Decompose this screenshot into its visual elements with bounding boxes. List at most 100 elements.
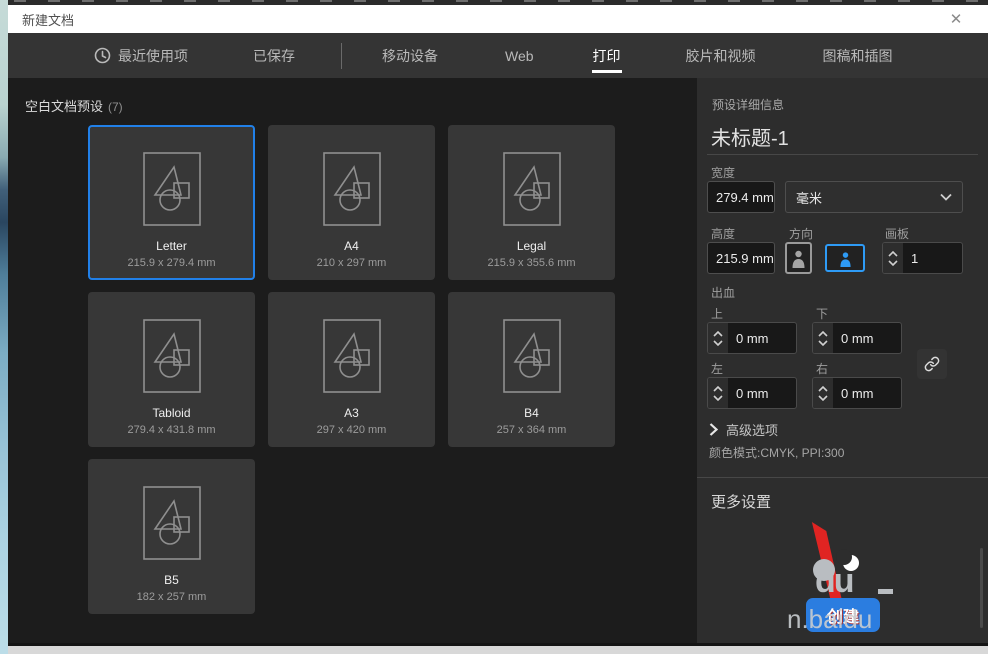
bleed-right-stepper: 0 mm [812,377,902,409]
tab-label: Web [505,48,534,64]
presets-heading: 空白文档预设 (7) [25,96,123,115]
blank-document-icon [143,486,201,560]
preset-name: B5 [164,573,179,587]
stepper-arrows[interactable] [883,243,903,273]
dialog-content: 空白文档预设 (7) Letter 215.9 x 279.4 mm [8,78,988,643]
preset-dimensions: 182 x 257 mm [137,591,207,603]
bleed-left-label: 左 [711,360,723,377]
orientation-portrait-button[interactable] [785,242,812,274]
stepper-arrows[interactable] [813,378,833,408]
blank-document-icon [323,152,381,226]
chevron-down-icon [713,395,723,401]
bleed-bottom-value[interactable]: 0 mm [833,323,901,353]
tab-recent[interactable]: 最近使用项 [94,33,188,78]
orientation-landscape-button[interactable] [825,244,865,272]
category-tabbar: 最近使用项 已保存 移动设备 Web 打印 胶片和视频 图稿和插图 [8,33,988,78]
preset-card-b4[interactable]: B4 257 x 364 mm [448,292,615,447]
chevron-up-icon [888,251,898,257]
preset-name: B4 [524,406,539,420]
tab-label: 图稿和插图 [823,46,893,66]
close-icon[interactable]: ✕ [942,5,970,33]
chevron-right-icon [709,423,718,436]
stepper-arrows[interactable] [708,323,728,353]
height-input[interactable]: 215.9 mm [707,242,775,274]
tab-print[interactable]: 打印 [593,33,621,78]
watermark-url-text: n.baidu [787,604,872,635]
preset-name: Tabloid [152,406,190,420]
bleed-top-stepper: 0 mm [707,322,797,354]
tab-film-video[interactable]: 胶片和视频 [686,33,756,78]
bleed-bottom-stepper: 0 mm [812,322,902,354]
more-settings-button[interactable]: 更多设置 [711,491,771,512]
tab-web[interactable]: Web [505,33,534,78]
preset-details-panel: 预设详细信息 未标题-1 宽度 279.4 mm 毫米 高度 方向 画板 215… [697,78,988,643]
tab-label: 胶片和视频 [686,46,756,66]
advanced-options-toggle[interactable]: 高级选项 [709,420,778,439]
preset-card-b5[interactable]: B5 182 x 257 mm [88,459,255,614]
bleed-label: 出血 [711,284,735,301]
chevron-up-icon [713,331,723,337]
preset-name: Letter [156,239,187,253]
tab-label: 已保存 [253,46,295,66]
dialog-titlebar: 新建文档 ✕ [8,5,988,33]
chevron-down-icon [888,260,898,266]
artboard-label: 画板 [885,225,909,242]
chevron-down-icon [818,395,828,401]
unit-select[interactable]: 毫米 [785,181,963,213]
preset-card-a4[interactable]: A4 210 x 297 mm [268,125,435,280]
stepper-arrows[interactable] [813,323,833,353]
presets-heading-text: 空白文档预设 [25,99,103,114]
preset-card-legal[interactable]: Legal 215.9 x 355.6 mm [448,125,615,280]
blank-document-icon [323,319,381,393]
chevron-down-icon [940,193,952,201]
advanced-options-label: 高级选项 [726,420,778,439]
presets-count: (7) [108,100,123,114]
width-input[interactable]: 279.4 mm [707,181,775,213]
artboard-value[interactable]: 1 [903,243,962,273]
tab-mobile[interactable]: 移动设备 [382,33,438,78]
artboard-stepper: 1 [882,242,963,274]
bleed-top-label: 上 [711,305,723,322]
desktop-background-sliver [0,0,8,654]
color-mode-summary: 颜色模式:CMYK, PPI:300 [709,444,844,461]
preset-card-letter[interactable]: Letter 215.9 x 279.4 mm [88,125,255,280]
tab-art-illustration[interactable]: 图稿和插图 [823,33,893,78]
watermark-du-text: du [815,562,853,601]
chevron-down-icon [818,340,828,346]
tab-label: 最近使用项 [118,46,188,66]
preset-dimensions: 297 x 420 mm [317,424,387,436]
preset-dimensions: 215.9 x 279.4 mm [127,257,215,269]
orientation-label: 方向 [789,225,813,242]
portrait-person-icon [791,248,806,268]
preset-name: A3 [344,406,359,420]
stepper-arrows[interactable] [708,378,728,408]
preset-dimensions: 215.9 x 355.6 mm [487,257,575,269]
tab-saved[interactable]: 已保存 [253,33,295,78]
chevron-down-icon [713,340,723,346]
new-document-dialog: 新建文档 ✕ 最近使用项 已保存 移动设备 Web 打印 胶片和视频 图稿和插图 [0,0,988,654]
blank-document-icon [143,319,201,393]
panel-scrollbar[interactable] [980,548,983,628]
landscape-person-icon [837,250,854,267]
bleed-right-value[interactable]: 0 mm [833,378,901,408]
preset-card-tabloid[interactable]: Tabloid 279.4 x 431.8 mm [88,292,255,447]
tab-divider [341,43,342,69]
chevron-up-icon [818,386,828,392]
preset-card-a3[interactable]: A3 297 x 420 mm [268,292,435,447]
watermark-dash [878,589,893,594]
bleed-bottom-label: 下 [816,305,828,322]
details-heading: 预设详细信息 [712,96,784,113]
width-label: 宽度 [711,164,735,181]
chevron-up-icon [713,386,723,392]
bleed-top-value[interactable]: 0 mm [728,323,796,353]
unit-value: 毫米 [796,188,822,207]
tab-label: 移动设备 [382,46,438,66]
bleed-link-button[interactable] [917,349,947,379]
window-bottom-strip [8,646,988,654]
bleed-left-value[interactable]: 0 mm [728,378,796,408]
preset-name: A4 [344,239,359,253]
dialog-title: 新建文档 [22,10,74,29]
document-name-field[interactable]: 未标题-1 [711,122,789,151]
height-label: 高度 [711,225,735,242]
clock-icon [94,47,111,64]
